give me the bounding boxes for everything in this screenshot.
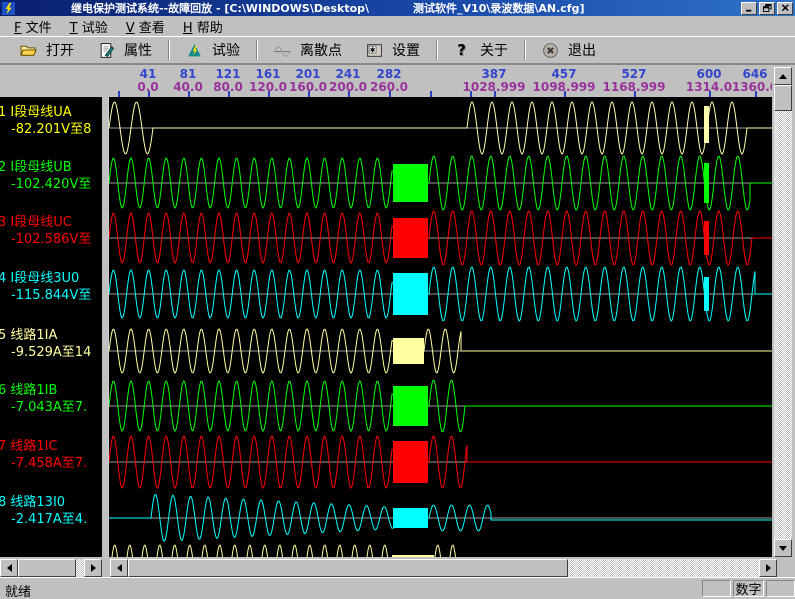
channel-label: 5 线路1IA-9.529A至14 (0, 327, 91, 361)
ruler-tick-label: 5271168.999 (602, 68, 665, 93)
open-folder-icon (20, 42, 37, 59)
app-window: 继电保护测试系统--故障回放 - [C:\WINDOWS\Desktop\ 测试… (0, 0, 795, 599)
settings-button[interactable]: 设置 (354, 38, 432, 62)
ruler-tick-label: 6461360.0 (732, 68, 772, 93)
minimize-icon (745, 4, 754, 12)
close-icon (781, 4, 790, 12)
statusbar: 就绪 数字 (0, 577, 795, 599)
scroll-up-button[interactable] (774, 67, 792, 85)
waveform-dense-block (393, 218, 428, 258)
status-panel-numeric: 数字 (733, 580, 764, 597)
ruler-tick-label: 161120.0 (249, 68, 287, 93)
ruler-tick-label: 201160.0 (289, 68, 327, 93)
waveform-marker-bar (704, 277, 709, 311)
properties-icon (98, 42, 115, 59)
waveform-dense-block (393, 386, 428, 426)
channel-label: 7 线路1IC-7.458A至7. (0, 438, 87, 472)
arrow-up-icon (779, 74, 787, 79)
labels-scrollbar[interactable] (0, 559, 102, 577)
toolbar-separator (436, 40, 438, 60)
waveform-dense-block (393, 273, 428, 315)
toolbar: 打开 属性 试验 离散点 (0, 36, 795, 64)
waveform-plot[interactable] (108, 97, 772, 557)
waveform-dense-block (393, 508, 428, 528)
labels-scroll-right-button[interactable] (84, 559, 102, 577)
minimize-button[interactable] (741, 2, 757, 15)
arrow-left-icon (7, 564, 12, 572)
channel-label: 1 Ⅰ段母线UA-82.201V至8 (0, 104, 91, 138)
menubar: F 文件 T 试验 V 查看 H 帮助 (0, 16, 795, 36)
time-ruler: 410.0 8140.0 12180.0161120.0201160.0241200… (108, 67, 772, 97)
arrow-right-icon (91, 564, 96, 572)
app-icon[interactable] (2, 2, 15, 15)
waveform-scroll-left-button[interactable] (110, 559, 128, 577)
settings-icon (366, 42, 383, 59)
ruler-tick-label: 4571098.999 (532, 68, 595, 93)
arrow-left-icon (117, 564, 122, 572)
channel-label: 4 Ⅰ段母线3U0-115.844V至 (0, 270, 91, 304)
status-text: 就绪 (5, 581, 31, 599)
about-icon: ? ? (454, 42, 471, 59)
about-button[interactable]: ? ? 关于 (442, 38, 520, 62)
titlebar: 继电保护测试系统--故障回放 - [C:\WINDOWS\Desktop\ 测试… (0, 0, 795, 16)
exit-button[interactable]: 退出 (530, 38, 608, 62)
waveform-dense-block (393, 164, 428, 202)
discrete-points-button[interactable]: 离散点 (262, 38, 354, 62)
channel-label: 8 线路13I0-2.417A至4. (0, 494, 87, 528)
toolbar-separator (524, 40, 526, 60)
waveform-scrollbar[interactable] (110, 559, 777, 577)
restore-button[interactable] (759, 2, 775, 15)
close-button[interactable] (777, 2, 793, 15)
menu-file[interactable]: F 文件 (5, 16, 61, 37)
test-run-icon (186, 42, 203, 59)
scroll-down-button[interactable] (774, 539, 792, 557)
status-panel-empty (766, 580, 795, 597)
window-title: 继电保护测试系统--故障回放 - [C:\WINDOWS\Desktop\ (71, 0, 369, 16)
discrete-points-icon (274, 42, 291, 59)
waveform-scroll-thumb[interactable] (128, 559, 568, 577)
ruler-tick-label: 282260.0 (370, 68, 408, 93)
menu-test[interactable]: T 试验 (61, 16, 117, 37)
svg-text:?: ? (457, 42, 466, 59)
channel-label: 6 线路1IB-7.043A至7. (0, 382, 87, 416)
channel-label: 2 Ⅰ段母线UB-102.420V至 (0, 159, 91, 193)
channel-label: 3 Ⅰ段母线UC-102.586V至 (0, 214, 91, 248)
open-button[interactable]: 打开 (8, 38, 86, 62)
toolbar-separator (168, 40, 170, 60)
test-button[interactable]: 试验 (174, 38, 252, 62)
waveform-marker-bar (704, 221, 709, 255)
exit-icon (542, 42, 559, 59)
ruler-tick-label: 3871028.999 (462, 68, 525, 93)
restore-icon (763, 4, 772, 12)
client-area: 410.0 8140.0 12180.0161120.0201160.0241200… (0, 64, 795, 577)
status-panel-empty (702, 580, 731, 597)
vertical-scrollbar[interactable] (774, 67, 792, 557)
ruler-tick-label: 410.0 (137, 68, 158, 93)
ruler-tick-label: 241200.0 (329, 68, 367, 93)
waveform-dense-block (393, 441, 428, 483)
properties-button[interactable]: 属性 (86, 38, 164, 62)
vertical-scroll-thumb[interactable] (774, 85, 792, 111)
toolbar-separator (256, 40, 258, 60)
ruler-tick-label: 8140.0 (173, 68, 203, 93)
ruler-tick-label: 6001314.0 (686, 68, 732, 93)
channel-labels-panel: 1 Ⅰ段母线UA-82.201V至8 2 Ⅰ段母线UB-102.420V至 3 Ⅰ段… (0, 97, 102, 557)
labels-scroll-left-button[interactable] (0, 559, 18, 577)
waveform-canvas[interactable] (109, 97, 773, 557)
arrow-down-icon (779, 546, 787, 551)
waveform-marker-bar (704, 163, 709, 203)
waveform-scroll-right-button[interactable] (759, 559, 777, 577)
waveform-dense-block (393, 338, 424, 364)
waveform-dense-block (392, 555, 434, 557)
window-title-path: 测试软件_V10\录波数据\AN.cfg] (413, 0, 584, 16)
waveform-marker-bar (704, 106, 709, 143)
ruler-tick-label: 12180.0 (213, 68, 243, 93)
vertical-scroll-track[interactable] (774, 85, 792, 539)
menu-view[interactable]: V 查看 (117, 16, 174, 37)
arrow-right-icon (766, 564, 771, 572)
menu-help[interactable]: H 帮助 (174, 16, 232, 37)
labels-scroll-thumb[interactable] (18, 559, 76, 577)
